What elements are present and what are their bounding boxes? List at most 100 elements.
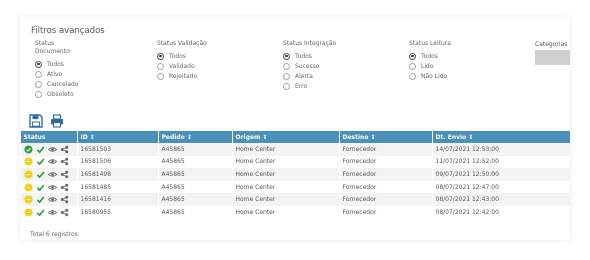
share-icon[interactable] bbox=[60, 170, 69, 179]
column-header-pedido[interactable]: Pedido ⇕ bbox=[157, 131, 232, 143]
radio-label: Ativo bbox=[47, 70, 63, 78]
save-icon[interactable] bbox=[29, 114, 43, 128]
check-icon bbox=[36, 196, 45, 204]
cell-pedido: A45865 bbox=[157, 168, 232, 181]
status-pending-icon bbox=[24, 183, 33, 192]
radio-label: Cancelado bbox=[47, 80, 79, 88]
table-row[interactable]: 16581506 A45865 Home Center Fornecedor 11/07… bbox=[20, 155, 570, 169]
radio-button[interactable] bbox=[283, 83, 290, 91]
column-header-origem[interactable]: Origem ⇕ bbox=[231, 131, 339, 143]
share-icon[interactable] bbox=[60, 145, 69, 154]
table-row[interactable]: 16581416 A45865 Home Center Fornecedor 08/07… bbox=[20, 193, 570, 206]
total-records: Total 6 registros bbox=[30, 231, 78, 238]
radio-label: Não Lido bbox=[421, 72, 448, 80]
radio-button[interactable] bbox=[283, 62, 290, 70]
view-icon[interactable] bbox=[48, 195, 57, 204]
radio-label: Alerta bbox=[295, 72, 313, 80]
status-pending-icon bbox=[24, 157, 33, 166]
cell-dt-envio: 11/07/2021 12:52:00 bbox=[431, 155, 570, 169]
cell-origem: Home Center bbox=[231, 143, 339, 156]
radio-button[interactable] bbox=[35, 70, 42, 78]
column-header-status[interactable]: Status bbox=[20, 131, 77, 143]
radio-button[interactable] bbox=[157, 72, 164, 80]
table-row[interactable]: 16581485 A45865 Home Center Fornecedor 08/07… bbox=[20, 180, 570, 194]
view-icon[interactable] bbox=[48, 208, 57, 217]
radio-button[interactable] bbox=[409, 72, 416, 80]
radio-option-integracao[interactable]: Alerta bbox=[283, 71, 336, 81]
column-header-id[interactable]: ID ⇕ bbox=[76, 131, 158, 143]
status-cell bbox=[20, 143, 77, 156]
cell-origem: Home Center bbox=[231, 193, 339, 206]
radio-label: Lido bbox=[421, 62, 434, 70]
share-icon[interactable] bbox=[60, 157, 69, 166]
status-ok-icon bbox=[24, 145, 33, 154]
radio-button[interactable] bbox=[283, 72, 290, 80]
filters-title: Filtros avançados bbox=[31, 26, 105, 36]
radio-button[interactable] bbox=[283, 52, 290, 60]
categorias-label: Categorias bbox=[535, 41, 568, 48]
cell-origem: Home Center bbox=[231, 180, 339, 194]
radio-list: Todos Validado Rejeitado bbox=[157, 51, 207, 82]
check-icon bbox=[36, 184, 45, 191]
radio-option-documento[interactable]: Obsoleto bbox=[35, 90, 78, 100]
view-icon[interactable] bbox=[48, 170, 57, 179]
cell-pedido: A45865 bbox=[157, 155, 232, 169]
cell-pedido: A45865 bbox=[157, 193, 232, 206]
advanced-filters-panel: Filtros avançados Status Documento Todos… bbox=[20, 17, 570, 240]
radio-option-integracao[interactable]: Erro bbox=[283, 82, 336, 92]
share-icon[interactable] bbox=[60, 208, 69, 217]
radio-option-validacao[interactable]: Todos bbox=[157, 51, 207, 61]
radio-button[interactable] bbox=[35, 80, 42, 88]
column-header-dt-envio[interactable]: Dt. Envio ⇕ bbox=[431, 131, 570, 143]
radio-option-leitura[interactable]: Não Lido bbox=[409, 71, 451, 81]
radio-option-validacao[interactable]: Validado bbox=[157, 61, 207, 71]
cell-origem: Home Center bbox=[231, 168, 339, 181]
cell-id: 16581416 bbox=[76, 193, 158, 206]
categorias-select[interactable] bbox=[535, 50, 570, 65]
status-cell bbox=[20, 180, 77, 194]
cell-dt-envio: 08/07/2021 12:43:00 bbox=[431, 193, 570, 206]
radio-label: Obsoleto bbox=[47, 91, 74, 99]
column-header-destino[interactable]: Destino ⇕ bbox=[338, 131, 432, 143]
radio-button[interactable] bbox=[157, 62, 164, 70]
radio-option-leitura[interactable]: Lido bbox=[409, 61, 451, 71]
table-row[interactable]: 16581503 A45865 Home Center Fornecedor 14/07… bbox=[20, 143, 570, 156]
cell-destino: Fornecedor bbox=[338, 143, 432, 156]
status-pending-icon bbox=[24, 170, 33, 179]
cell-destino: Fornecedor bbox=[338, 168, 432, 181]
radio-button[interactable] bbox=[409, 62, 416, 70]
radio-option-integracao[interactable]: Sucesso bbox=[283, 61, 336, 71]
view-icon[interactable] bbox=[48, 183, 57, 192]
radio-list: Todos Sucesso Alerta Erro bbox=[283, 51, 336, 92]
radio-option-leitura[interactable]: Todos bbox=[409, 51, 451, 61]
cell-dt-envio: 14/07/2021 12:53:00 bbox=[431, 143, 570, 156]
radio-button[interactable] bbox=[35, 60, 42, 68]
view-icon[interactable] bbox=[48, 145, 57, 154]
cell-origem: Home Center bbox=[231, 205, 339, 219]
view-icon[interactable] bbox=[48, 157, 57, 166]
radio-label: Validado bbox=[169, 62, 195, 70]
share-icon[interactable] bbox=[60, 195, 69, 204]
cell-dt-envio: 08/07/2021 12:42:00 bbox=[431, 205, 570, 219]
radio-label: Todos bbox=[295, 52, 312, 60]
check-icon bbox=[36, 171, 45, 179]
radio-button[interactable] bbox=[35, 91, 42, 99]
radio-option-documento[interactable]: Ativo bbox=[35, 69, 78, 79]
check-icon bbox=[36, 146, 45, 154]
share-icon[interactable] bbox=[60, 183, 69, 192]
table-header-row: Status ID ⇕ Pedido ⇕ Origem ⇕ Destino ⇕ … bbox=[20, 131, 570, 143]
table-row[interactable]: 16581498 A45865 Home Center Fornecedor 09/07… bbox=[20, 168, 570, 181]
radio-button[interactable] bbox=[157, 52, 164, 60]
cell-destino: Fornecedor bbox=[338, 155, 432, 169]
radio-button[interactable] bbox=[409, 52, 416, 60]
radio-option-documento[interactable]: Cancelado bbox=[35, 79, 78, 89]
radio-option-documento[interactable]: Todos bbox=[35, 59, 78, 69]
filter-group-title: Status Validação bbox=[157, 40, 207, 47]
print-icon[interactable] bbox=[50, 114, 64, 128]
cell-destino: Fornecedor bbox=[338, 180, 432, 194]
table-row[interactable]: 16580955 A45865 Home Center Fornecedor 08/07… bbox=[20, 205, 570, 219]
radio-option-validacao[interactable]: Rejeitado bbox=[157, 71, 207, 81]
radio-option-integracao[interactable]: Todos bbox=[283, 51, 336, 61]
status-pending-icon bbox=[24, 208, 33, 217]
filter-group-title: Status Documento bbox=[35, 40, 70, 55]
